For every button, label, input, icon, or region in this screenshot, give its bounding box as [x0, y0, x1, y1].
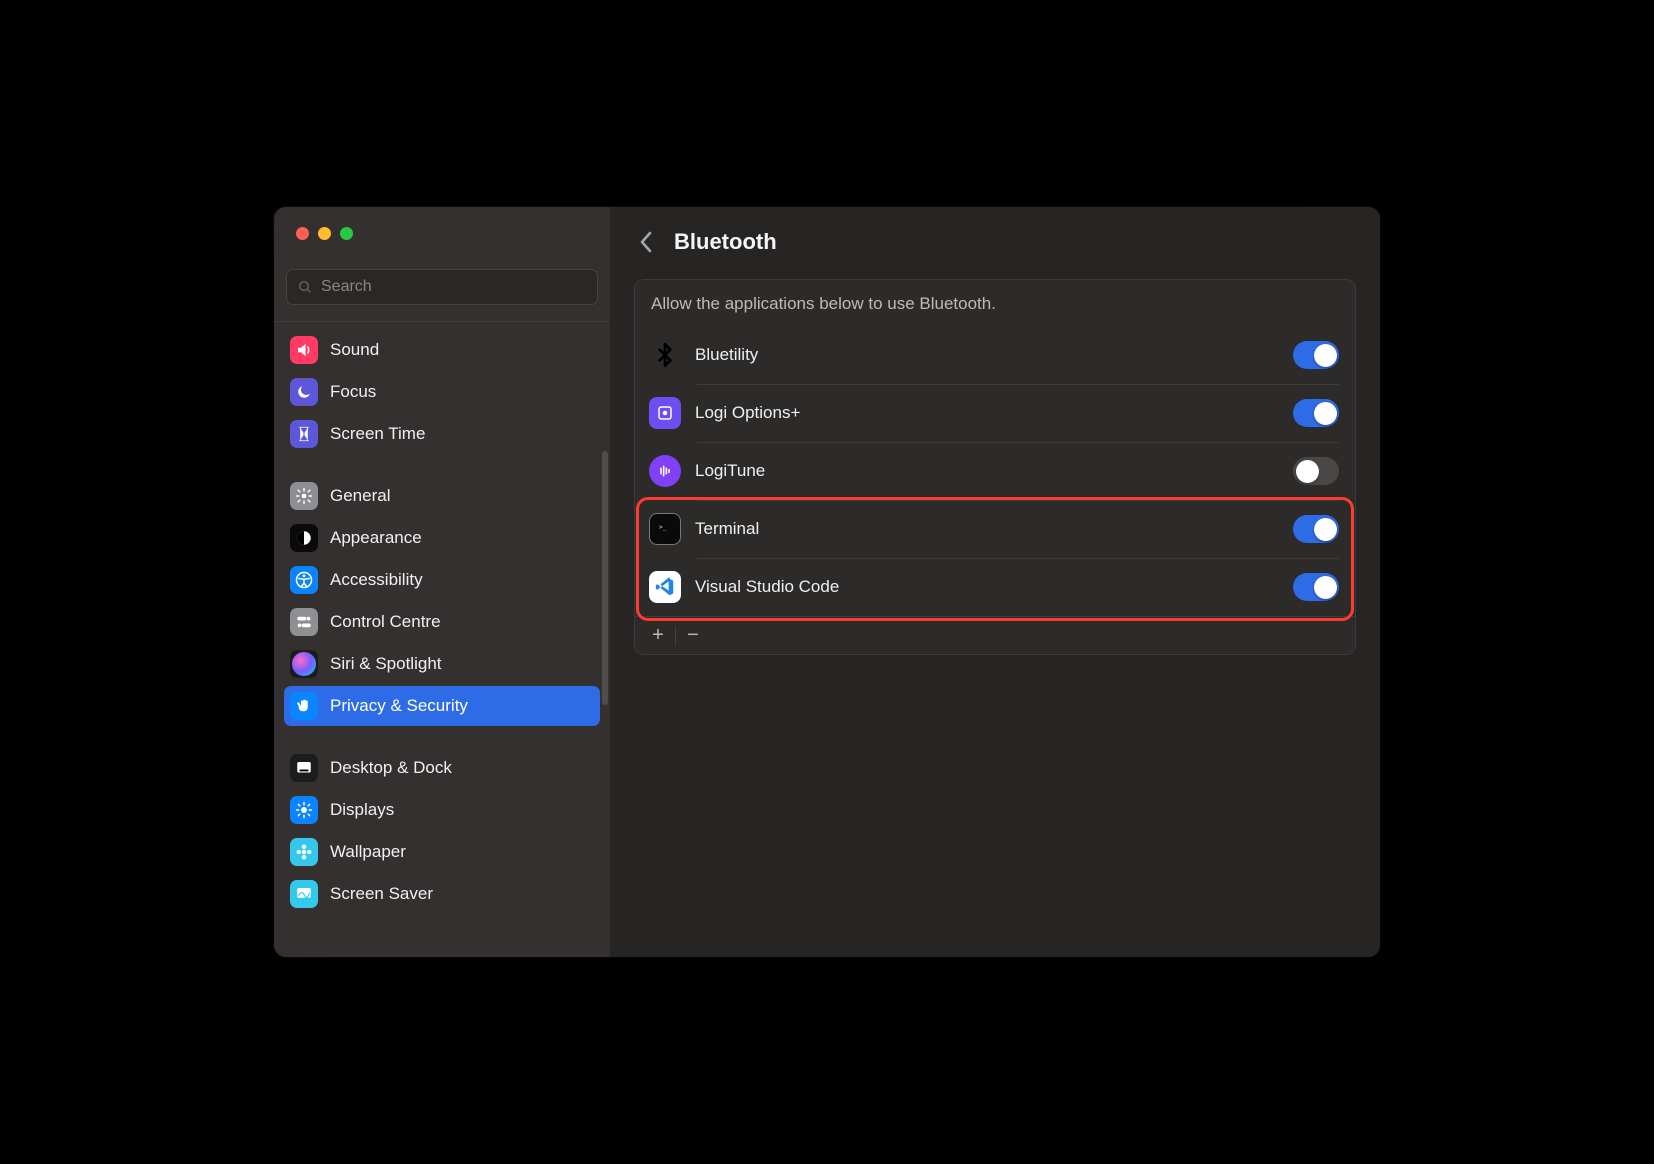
moon-icon: [290, 378, 318, 406]
switches-icon: [290, 608, 318, 636]
app-label: Bluetility: [695, 345, 1279, 365]
appearance-icon: [290, 524, 318, 552]
svg-text:>_: >_: [659, 524, 667, 531]
sidebar-item-screen-time[interactable]: Screen Time: [284, 414, 600, 454]
sidebar-item-label: General: [330, 486, 390, 506]
page-title: Bluetooth: [674, 229, 777, 255]
content-header: Bluetooth: [610, 207, 1380, 269]
sidebar-item-screen-saver[interactable]: Screen Saver: [284, 874, 600, 914]
terminal-app-icon: >_: [649, 513, 681, 545]
toggle-bluetility[interactable]: [1293, 341, 1339, 369]
sidebar-item-label: Appearance: [330, 528, 422, 548]
sidebar-item-general[interactable]: General: [284, 476, 600, 516]
sidebar-item-appearance[interactable]: Appearance: [284, 518, 600, 558]
flower-icon: [290, 838, 318, 866]
content-pane: Bluetooth Allow the applications below t…: [610, 207, 1380, 957]
sun-icon: [290, 796, 318, 824]
sidebar-item-displays[interactable]: Displays: [284, 790, 600, 830]
hourglass-icon: [290, 420, 318, 448]
sidebar-scrollbar[interactable]: [602, 451, 608, 705]
app-row-logitune: LogiTune: [635, 442, 1355, 500]
sidebar-item-wallpaper[interactable]: Wallpaper: [284, 832, 600, 872]
siri-icon: [290, 650, 318, 678]
sidebar-item-accessibility[interactable]: Accessibility: [284, 560, 600, 600]
minimize-window-button[interactable]: [318, 227, 331, 240]
accessibility-icon: [290, 566, 318, 594]
sidebar-item-desktop-dock[interactable]: Desktop & Dock: [284, 748, 600, 788]
toggle-terminal[interactable]: [1293, 515, 1339, 543]
sidebar-item-label: Desktop & Dock: [330, 758, 452, 778]
system-settings-window: Sound Focus Screen Time General Appearance Ac…: [274, 207, 1380, 957]
app-row-bluetility: Bluetility: [635, 326, 1355, 384]
logi-options-app-icon: [649, 397, 681, 429]
app-row-terminal: >_ Terminal: [635, 500, 1355, 558]
sidebar-item-label: Siri & Spotlight: [330, 654, 442, 674]
panel-description: Allow the applications below to use Blue…: [635, 280, 1355, 326]
sidebar-item-focus[interactable]: Focus: [284, 372, 600, 412]
sidebar-nav: Sound Focus Screen Time General Appearance Ac…: [274, 326, 610, 918]
sidebar-item-label: Accessibility: [330, 570, 423, 590]
speaker-icon: [290, 336, 318, 364]
search-icon: [297, 279, 313, 295]
dock-icon: [290, 754, 318, 782]
app-label: Visual Studio Code: [695, 577, 1279, 597]
toggle-vscode[interactable]: [1293, 573, 1339, 601]
sidebar-item-label: Focus: [330, 382, 376, 402]
sidebar-item-label: Wallpaper: [330, 842, 406, 862]
sidebar-item-privacy[interactable]: Privacy & Security: [284, 686, 600, 726]
gear-icon: [290, 482, 318, 510]
sidebar-item-label: Privacy & Security: [330, 696, 468, 716]
toggle-logi-options[interactable]: [1293, 399, 1339, 427]
sidebar-item-label: Displays: [330, 800, 394, 820]
screensaver-icon: [290, 880, 318, 908]
sidebar-divider: [274, 321, 610, 322]
vscode-app-icon: [649, 571, 681, 603]
chevron-left-icon: [639, 231, 653, 253]
back-button[interactable]: [634, 230, 658, 254]
bluetility-app-icon: [649, 339, 681, 371]
app-row-logi-options: Logi Options+: [635, 384, 1355, 442]
logitune-app-icon: [649, 455, 681, 487]
sidebar-item-label: Screen Saver: [330, 884, 433, 904]
sidebar-item-sound[interactable]: Sound: [284, 330, 600, 370]
fullscreen-window-button[interactable]: [340, 227, 353, 240]
sidebar-item-label: Screen Time: [330, 424, 425, 444]
hand-icon: [290, 692, 318, 720]
panel-footer: + −: [635, 616, 1355, 654]
close-window-button[interactable]: [296, 227, 309, 240]
window-controls: [274, 207, 610, 255]
sidebar-item-siri[interactable]: Siri & Spotlight: [284, 644, 600, 684]
bluetooth-apps-panel: Allow the applications below to use Blue…: [634, 279, 1356, 655]
add-app-button[interactable]: +: [641, 617, 675, 654]
app-row-vscode: Visual Studio Code: [635, 558, 1355, 616]
remove-app-button[interactable]: −: [676, 617, 710, 654]
toggle-logitune[interactable]: [1293, 457, 1339, 485]
sidebar: Sound Focus Screen Time General Appearance Ac…: [274, 207, 610, 957]
app-label: LogiTune: [695, 461, 1279, 481]
search-input[interactable]: [321, 278, 587, 296]
app-label: Terminal: [695, 519, 1279, 539]
sidebar-item-label: Control Centre: [330, 612, 441, 632]
app-label: Logi Options+: [695, 403, 1279, 423]
sidebar-item-label: Sound: [330, 340, 379, 360]
sidebar-item-control-centre[interactable]: Control Centre: [284, 602, 600, 642]
search-field[interactable]: [286, 269, 598, 305]
